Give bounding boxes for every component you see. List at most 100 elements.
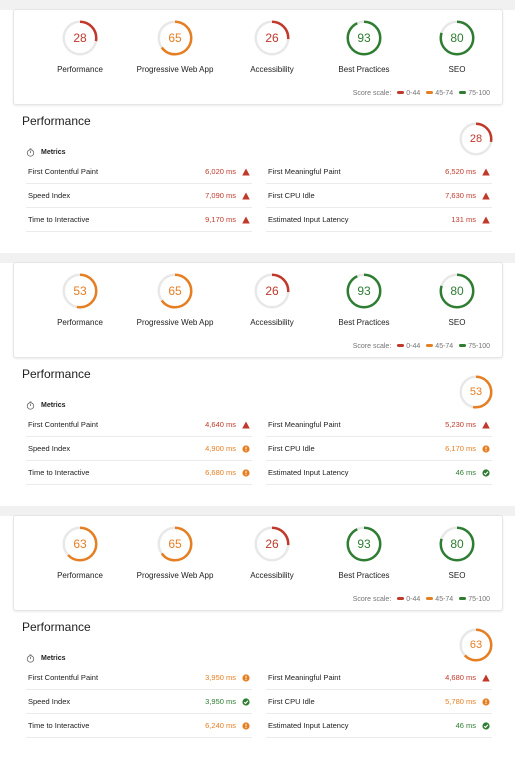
gauge-score: 26 [265, 284, 279, 298]
lighthouse-report: 53 Performance 65 Progressive Web App 26 Acce… [0, 253, 515, 506]
gauge-performance[interactable]: 28 Performance [25, 20, 135, 74]
info-circle-icon [242, 674, 250, 682]
metrics-column-left: First Contentful Paint 3,950 ms Speed Inde… [26, 666, 252, 738]
legend-fail-range: 0-44 [406, 596, 421, 603]
metric-label: Estimated Input Latency [268, 468, 349, 477]
gauge-label: Progressive Web App [136, 571, 214, 580]
lighthouse-report: 28 Performance 65 Progressive Web App 26 Acce… [0, 0, 515, 253]
metrics-header[interactable]: Metrics [26, 401, 66, 410]
metric-value: 7,630 ms [445, 191, 476, 200]
performance-score: 28 [469, 133, 483, 145]
gauge-score: 63 [73, 537, 87, 551]
gauge-score: 80 [450, 31, 464, 45]
score-gauge: 93 [346, 526, 382, 562]
gauge-seo[interactable]: 80 SEO [402, 20, 512, 74]
category-scores-card: 28 Performance 65 Progressive Web App 26 Acce… [13, 9, 503, 105]
score-gauge: 65 [157, 20, 193, 56]
gauge-score: 65 [168, 31, 182, 45]
metric-row[interactable]: Speed Index 3,950 ms [26, 690, 252, 714]
lighthouse-report: 63 Performance 65 Progressive Web App 26 Acce… [0, 506, 515, 759]
metric-label: First Contentful Paint [28, 673, 99, 682]
warning-triangle-icon [242, 168, 250, 176]
metric-value: 46 ms [455, 468, 476, 477]
gauge-score: 65 [168, 284, 182, 298]
info-circle-icon [242, 445, 250, 453]
warning-triangle-icon [242, 216, 250, 224]
performance-score-gauge[interactable]: 53 [459, 375, 493, 409]
gauge-score: 26 [265, 31, 279, 45]
score-gauge: 80 [439, 526, 475, 562]
warning-triangle-icon [242, 192, 250, 200]
gauge-progressive-web-app[interactable]: 65 Progressive Web App [120, 20, 230, 74]
metric-row[interactable]: First Meaningful Paint 6,520 ms [266, 160, 492, 184]
metric-row[interactable]: Speed Index 4,900 ms [26, 437, 252, 461]
metrics-header[interactable]: Metrics [26, 148, 66, 157]
metric-row[interactable]: First Meaningful Paint 5,230 ms [266, 413, 492, 437]
metric-row[interactable]: Time to Interactive 6,240 ms [26, 714, 252, 738]
info-circle-icon [242, 722, 250, 730]
gauge-progressive-web-app[interactable]: 65 Progressive Web App [120, 273, 230, 327]
check-circle-icon [242, 698, 250, 706]
score-gauge: 26 [254, 526, 290, 562]
gauge-performance[interactable]: 53 Performance [25, 273, 135, 327]
metrics-header[interactable]: Metrics [26, 654, 66, 663]
metric-label: First Meaningful Paint [268, 167, 341, 176]
score-gauge: 65 [157, 273, 193, 309]
metric-row[interactable]: Estimated Input Latency 46 ms [266, 714, 492, 738]
score-gauge: 53 [62, 273, 98, 309]
gauge-label: Performance [57, 571, 103, 580]
metric-row[interactable]: Time to Interactive 6,680 ms [26, 461, 252, 485]
legend-average-range: 45-74 [435, 596, 454, 603]
performance-section: Performance 53 Metrics First Contentful Pai… [22, 367, 496, 497]
metric-value: 3,950 ms [205, 673, 236, 682]
score-gauge: 80 [439, 20, 475, 56]
metric-row[interactable]: First Contentful Paint 3,950 ms [26, 666, 252, 690]
metric-row[interactable]: Speed Index 7,090 ms [26, 184, 252, 208]
performance-score-gauge[interactable]: 28 [459, 122, 493, 156]
metric-value: 6,170 ms [445, 444, 476, 453]
score-scale-legend: Score scale: 0-44 45-74 75-100 [353, 596, 490, 603]
gauge-label: SEO [448, 318, 466, 327]
info-circle-icon [482, 445, 490, 453]
metric-row[interactable]: First CPU Idle 7,630 ms [266, 184, 492, 208]
performance-title: Performance [22, 620, 91, 634]
performance-score-gauge[interactable]: 63 [459, 628, 493, 662]
metric-row[interactable]: First CPU Idle 5,780 ms [266, 690, 492, 714]
gauge-performance[interactable]: 63 Performance [25, 526, 135, 580]
metric-row[interactable]: First CPU Idle 6,170 ms [266, 437, 492, 461]
metric-value: 3,950 ms [205, 697, 236, 706]
score-gauge: 93 [346, 20, 382, 56]
legend-pass-range: 75-100 [468, 596, 490, 603]
check-circle-icon [482, 469, 490, 477]
warning-triangle-icon [482, 216, 490, 224]
gauge-progressive-web-app[interactable]: 65 Progressive Web App [120, 526, 230, 580]
legend-pass-range: 75-100 [468, 343, 490, 350]
metric-row[interactable]: First Meaningful Paint 4,680 ms [266, 666, 492, 690]
metric-value: 131 ms [451, 215, 476, 224]
gauge-seo[interactable]: 80 SEO [402, 526, 512, 580]
metric-value: 4,680 ms [445, 673, 476, 682]
metric-row[interactable]: Time to Interactive 9,170 ms [26, 208, 252, 232]
metric-label: First Contentful Paint [28, 167, 99, 176]
score-gauge: 26 [254, 273, 290, 309]
metric-label: Estimated Input Latency [268, 721, 349, 730]
gauge-seo[interactable]: 80 SEO [402, 273, 512, 327]
metrics-column-right: First Meaningful Paint 5,230 ms First CPU … [266, 413, 492, 485]
check-circle-icon [482, 722, 490, 730]
metric-row[interactable]: Estimated Input Latency 46 ms [266, 461, 492, 485]
metric-row[interactable]: First Contentful Paint 4,640 ms [26, 413, 252, 437]
metrics-header-label: Metrics [41, 402, 66, 409]
legend-fail-range: 0-44 [406, 90, 421, 97]
legend-average-range: 45-74 [435, 90, 454, 97]
metric-value: 4,640 ms [205, 420, 236, 429]
metric-value: 46 ms [455, 721, 476, 730]
legend-fail-range: 0-44 [406, 343, 421, 350]
metric-row[interactable]: Estimated Input Latency 131 ms [266, 208, 492, 232]
gauge-label: SEO [448, 571, 466, 580]
metric-value: 9,170 ms [205, 215, 236, 224]
metric-label: First CPU Idle [268, 444, 315, 453]
metrics-column-right: First Meaningful Paint 6,520 ms First CPU … [266, 160, 492, 232]
gauge-score: 93 [357, 284, 371, 298]
metric-label: First CPU Idle [268, 697, 315, 706]
metric-row[interactable]: First Contentful Paint 6,020 ms [26, 160, 252, 184]
